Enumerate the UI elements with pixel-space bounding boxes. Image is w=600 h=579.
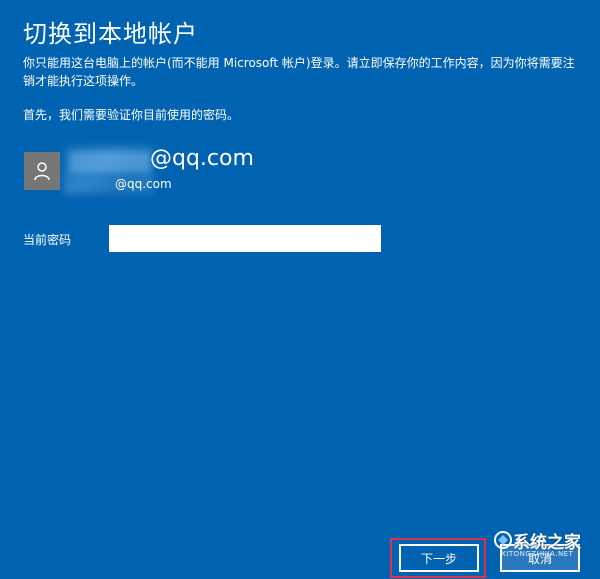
current-password-input[interactable] bbox=[109, 225, 381, 252]
avatar bbox=[24, 152, 60, 190]
account-email-sub: @qq.com bbox=[115, 177, 172, 191]
description-text: 你只能用这台电脑上的帐户(而不能用 Microsoft 帐户)登录。请立即保存你… bbox=[23, 56, 575, 88]
verify-instruction: 首先，我们需要验证你目前使用的密码。 bbox=[23, 108, 240, 122]
page-title: 切换到本地帐户 bbox=[23, 20, 198, 48]
user-icon bbox=[34, 162, 50, 181]
account-email: @qq.com bbox=[150, 146, 254, 171]
switch-local-account-page: 切换到本地帐户 你只能用这台电脑上的帐户(而不能用 Microsoft 帐户)登… bbox=[0, 0, 600, 579]
redacted-username-overlay bbox=[70, 152, 150, 172]
current-password-label: 当前密码 bbox=[23, 233, 72, 247]
cancel-button[interactable]: 取消 bbox=[500, 544, 580, 572]
next-button[interactable]: 下一步 bbox=[399, 544, 479, 572]
